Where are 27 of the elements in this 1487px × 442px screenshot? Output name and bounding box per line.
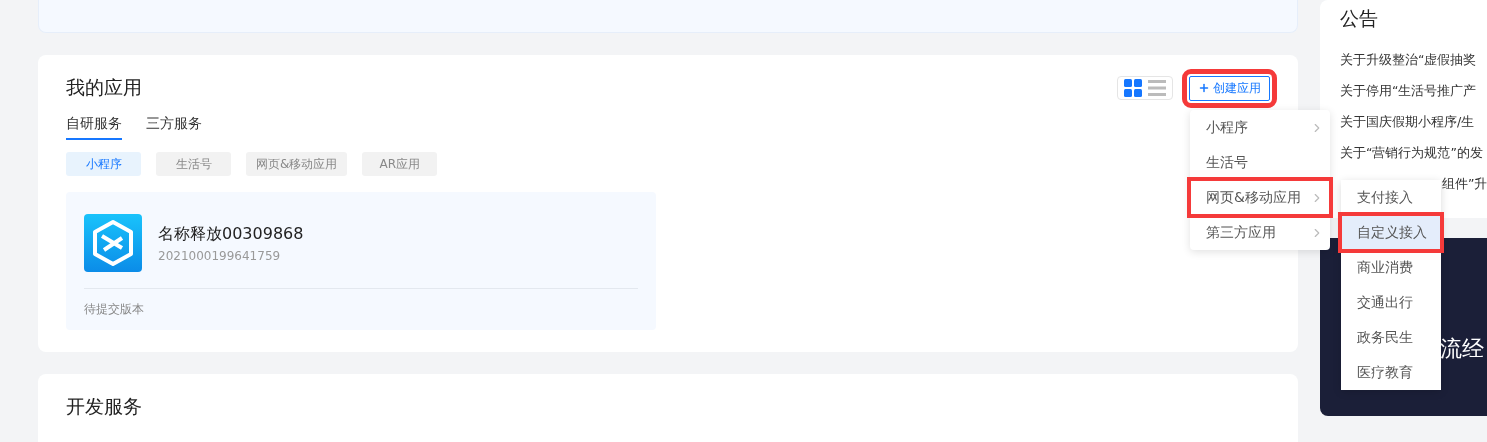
banner-text: 流经	[1440, 335, 1484, 363]
tab[interactable]: 自研服务	[66, 115, 122, 140]
app-status: 待提交版本	[84, 288, 638, 318]
menu-item[interactable]: 小程序	[1190, 110, 1330, 145]
section-title: 我的应用	[66, 75, 142, 100]
menu-item[interactable]: 网页&移动应用	[1190, 180, 1330, 215]
submenu-item[interactable]: 医疗教育	[1341, 355, 1441, 390]
app-logo-icon	[84, 214, 142, 272]
plus-icon	[1198, 82, 1210, 94]
menu-item[interactable]: 生活号	[1190, 145, 1330, 180]
submenu-item[interactable]: 自定义接入	[1341, 215, 1441, 250]
tab[interactable]: 三方服务	[146, 115, 202, 140]
announcement-link[interactable]: 关于停用“生活号推广产	[1340, 75, 1477, 106]
announcement-link[interactable]: 组件”升	[1442, 168, 1487, 199]
announcement-title: 公告	[1340, 6, 1379, 31]
filter-chip[interactable]: 小程序	[66, 152, 141, 176]
app-id: 2021000199641759	[158, 248, 282, 263]
grid-view-icon[interactable]	[1124, 79, 1142, 97]
app-card[interactable]: 名称释放00309868 2021000199641759 待提交版本	[66, 192, 656, 330]
announcement-link[interactable]: 关于国庆假期小程序/生	[1340, 106, 1475, 137]
submenu-item[interactable]: 政务民生	[1341, 320, 1441, 355]
app-name: 名称释放00309868	[158, 223, 304, 245]
announcement-link[interactable]: 关于“营销行为规范”的发	[1340, 137, 1483, 168]
submenu-item[interactable]: 交通出行	[1341, 285, 1441, 320]
menu-item[interactable]: 第三方应用	[1190, 215, 1330, 250]
announcement-link[interactable]: 关于升级整治“虚假抽奖	[1340, 44, 1477, 75]
section-title: 开发服务	[66, 394, 143, 419]
